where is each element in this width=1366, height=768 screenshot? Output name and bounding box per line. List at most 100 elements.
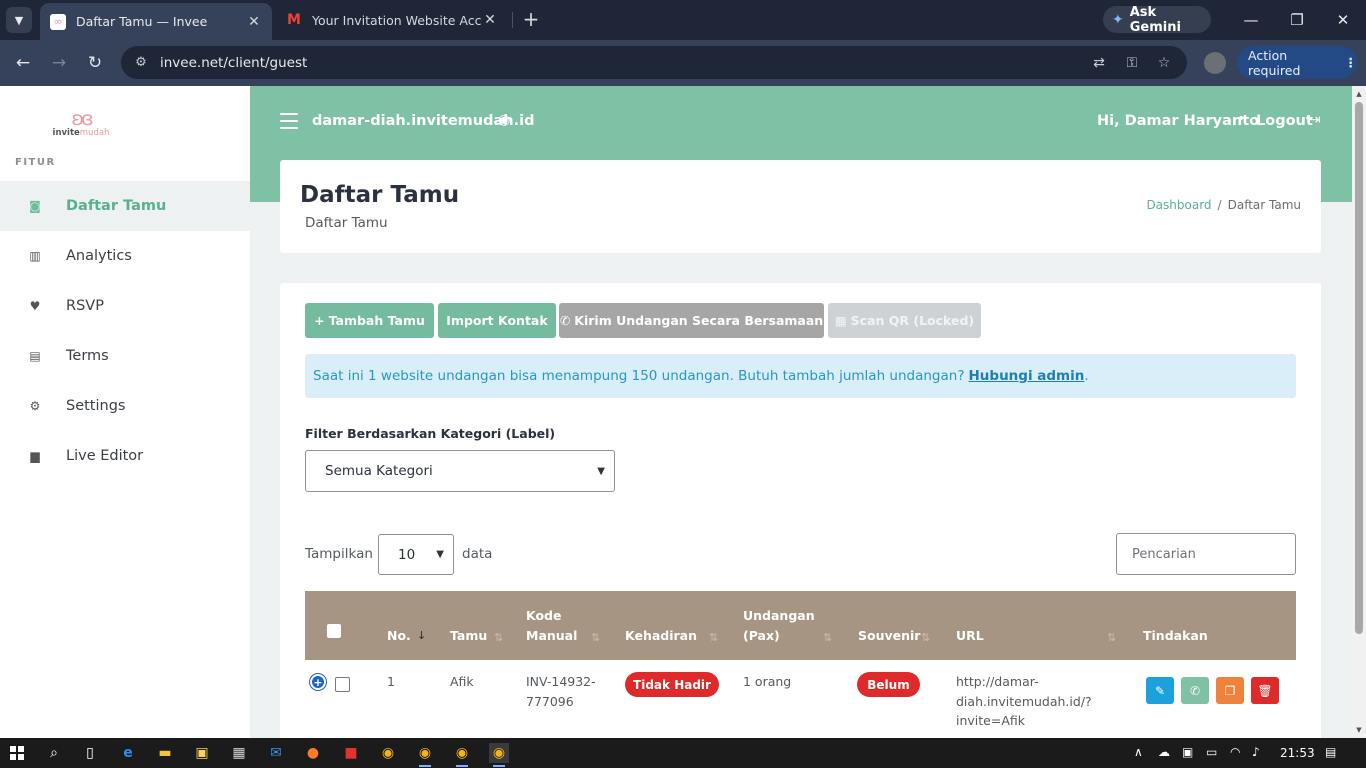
reload-button[interactable]: ↻ [83,51,107,75]
tab-daftar-tamu[interactable]: ∞ Daftar Tamu — Invee ✕ [40,3,272,40]
translate-icon[interactable]: ⇄ [1090,54,1108,72]
sidebar-item-analytics[interactable]: ▥ Analytics [0,231,250,281]
gmail-icon: M [287,12,301,28]
new-tab-button[interactable]: + [518,6,544,32]
copy-button[interactable]: ❐ [1216,677,1244,704]
column-url[interactable]: URL [956,626,984,646]
sort-desc-icon[interactable]: ↓ [417,629,426,642]
sidebar-item-rsvp[interactable]: ♥ RSVP [0,281,250,331]
gear-icon: ⚙ [29,399,41,413]
row-url[interactable]: http://damar- diah.invitemudah.id/? invi… [956,672,1092,731]
whatsapp-send-button[interactable]: ✆ [1181,677,1209,704]
address-bar[interactable]: ⚙ invee.net/client/guest ⇄ ⚿ ☆ [121,46,1187,79]
scroll-up-icon[interactable]: ▲ [1355,90,1363,98]
meet-now-icon[interactable]: ▣ [1182,745,1193,759]
page-size-select[interactable]: 10 ▼ [378,534,454,575]
action-required-button[interactable]: Action required ⋮ [1237,46,1357,79]
sidebar-item-live-editor[interactable]: ▆ Live Editor [0,431,250,481]
back-button[interactable]: ← [11,51,35,75]
menu-toggle-button[interactable] [280,113,298,129]
column-souvenir[interactable]: Souvenir [858,626,920,646]
mail-icon[interactable]: ✉ [266,743,286,763]
ask-gemini-button[interactable]: ✦ Ask Gemini [1103,4,1211,35]
select-all-checkbox[interactable] [327,624,341,638]
search-icon[interactable]: ⌕ [44,743,64,763]
add-guest-label: Tambah Tamu [328,313,425,328]
edge-icon[interactable]: e [118,743,138,763]
battery-icon[interactable]: ▭ [1206,745,1217,759]
chrome-icon[interactable]: ◉ [452,743,472,767]
sort-icon[interactable]: ⇅ [1107,631,1116,644]
sort-icon[interactable]: ⇅ [494,631,503,644]
cloud-icon[interactable]: ☁ [1158,745,1170,759]
scroll-down-icon[interactable]: ▼ [1355,726,1363,734]
logout-icon[interactable]: ⇥ [1309,112,1321,128]
ask-gemini-label: Ask Gemini [1129,4,1181,35]
restore-button[interactable]: ❐ [1285,8,1309,32]
sidebar-item-settings[interactable]: ⚙ Settings [0,381,250,431]
column-code-line2: Manual [526,628,578,643]
calculator-icon[interactable]: ▦ [229,743,249,763]
close-window-button[interactable]: ✕ [1331,8,1355,32]
logout-link[interactable]: Logout [1256,113,1313,129]
sort-icon[interactable]: ⇅ [921,631,930,644]
forward-button[interactable]: → [47,51,71,75]
contact-admin-link[interactable]: Hubungi admin [969,368,1085,384]
send-all-invitations-button[interactable]: ✆ Kirim Undangan Secara Bersamaan [559,303,824,338]
scrollbar-thumb[interactable] [1355,102,1363,634]
chevron-up-icon[interactable]: ∧ [1134,745,1143,759]
column-code[interactable]: Kode Manual [526,606,577,646]
close-icon[interactable]: ✕ [246,14,262,30]
chrome-icon[interactable]: ◉ [378,743,398,763]
minimize-button[interactable]: — [1239,8,1263,32]
chrome-icon[interactable]: ◉ [415,743,435,767]
taskbar-clock[interactable]: 21:53 [1280,746,1315,760]
scan-qr-button[interactable]: ▦ Scan QR (Locked) [828,303,981,338]
task-view-icon[interactable]: ▯ [80,743,100,763]
column-no[interactable]: No. [387,626,411,646]
expand-row-icon[interactable]: + [310,674,326,690]
notification-icon[interactable]: ▤ [1325,745,1336,759]
sidebar-item-daftar-tamu[interactable]: ◙ Daftar Tamu [0,181,250,231]
site-info-icon[interactable]: ⚙ [131,55,151,70]
import-contacts-button[interactable]: Import Kontak [438,303,556,338]
row-code-line2: 777096 [526,693,574,709]
breadcrumb-dashboard-link[interactable]: Dashboard [1146,198,1211,212]
sort-icon[interactable]: ⇅ [709,631,718,644]
close-icon: ✕ [1336,11,1350,29]
sort-icon[interactable]: ⇅ [823,631,832,644]
delete-button[interactable]: 🗑 [1251,677,1279,704]
eye-icon[interactable]: ◉ [498,112,510,128]
volume-icon[interactable]: ♪ [1252,745,1260,759]
column-invites[interactable]: Undangan (Pax) [743,606,815,646]
firefox-icon[interactable]: ● [303,743,323,763]
tab-title: Your Invitation Website Account [312,12,482,28]
windows-start-icon[interactable] [10,746,24,760]
column-guest[interactable]: Tamu [450,626,487,646]
info-suffix: . [1084,368,1089,384]
wifi-icon[interactable]: ◠ [1230,745,1240,759]
column-attendance[interactable]: Kehadiran [625,626,697,646]
wps-icon[interactable]: ■ [341,743,361,763]
sidebar-item-terms[interactable]: ▤ Terms [0,331,250,381]
tab-search-button[interactable]: ▼ [6,7,32,33]
edit-button[interactable]: ✎ [1146,677,1174,704]
tab-gmail[interactable]: M Your Invitation Website Account ✕ [276,0,508,40]
star-icon[interactable]: ☆ [1155,54,1173,72]
page-scrollbar[interactable]: ▲ ▼ [1352,86,1366,738]
close-icon[interactable]: ✕ [482,12,498,28]
invitemudah-logo[interactable]: ʚɞ invitemudah [52,108,110,144]
add-guest-button[interactable]: + Tambah Tamu [305,303,434,338]
store-icon[interactable]: ▣ [192,743,212,763]
attendance-badge: Tidak Hadir [625,672,719,697]
chrome-icon[interactable]: ◉ [489,743,509,767]
file-explorer-icon[interactable]: ▬ [155,743,175,763]
row-checkbox[interactable] [335,677,350,692]
category-filter-select[interactable]: Semua Kategori ▼ [305,450,615,492]
breadcrumb: Dashboard / Daftar Tamu [1146,198,1301,212]
search-input[interactable] [1116,533,1296,575]
key-icon[interactable]: ⚿ [1123,54,1141,72]
profile-avatar[interactable] [1204,52,1226,74]
file-icon: ▤ [29,349,41,363]
sort-icon[interactable]: ⇅ [591,631,600,644]
